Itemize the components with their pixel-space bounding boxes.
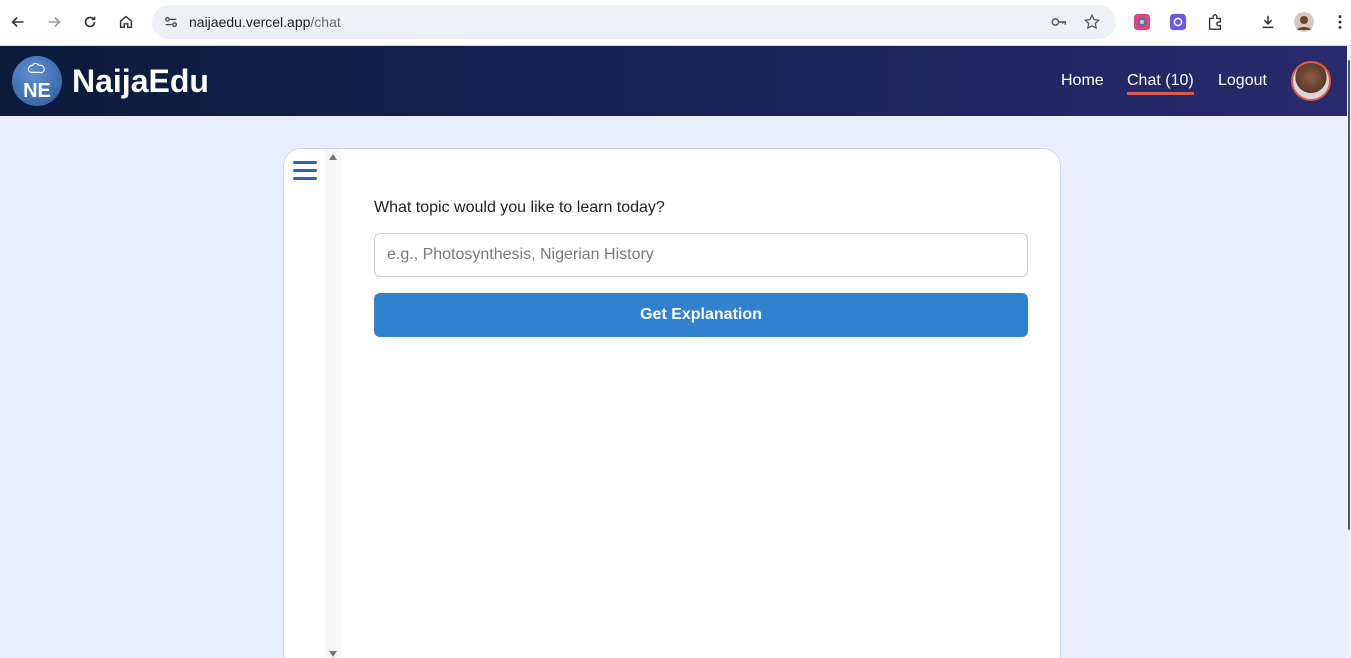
hamburger-menu-icon[interactable]	[293, 161, 317, 183]
reload-icon[interactable]	[76, 8, 104, 36]
page-scroll-thumb[interactable]	[1348, 60, 1350, 530]
user-avatar[interactable]	[1291, 61, 1331, 101]
profile-avatar-icon[interactable]	[1294, 12, 1314, 32]
bookmark-star-icon[interactable]	[1082, 12, 1102, 32]
topic-prompt-label: What topic would you like to learn today…	[374, 199, 665, 216]
color-extension-icon[interactable]	[1132, 12, 1152, 32]
browser-toolbar: naijaedu.vercel.app/chat	[0, 0, 1351, 46]
forward-icon[interactable]	[40, 8, 68, 36]
get-explanation-button[interactable]: Get Explanation	[374, 293, 1028, 337]
download-icon[interactable]	[1258, 12, 1278, 32]
url-text: naijaedu.vercel.app/chat	[189, 14, 341, 30]
sidebar-scrollbar[interactable]	[325, 149, 341, 658]
settings-extension-icon[interactable]	[1168, 12, 1188, 32]
scroll-down-arrow-icon[interactable]	[329, 651, 337, 657]
browser-menu-icon[interactable]	[1330, 12, 1350, 32]
topic-input[interactable]	[374, 233, 1028, 277]
password-key-icon[interactable]	[1049, 12, 1069, 32]
nav-home[interactable]: Home	[1061, 72, 1104, 90]
nav-chat[interactable]: Chat (10)	[1127, 72, 1194, 95]
logo-text: NE	[23, 80, 51, 102]
nav-logout[interactable]: Logout	[1218, 72, 1267, 90]
address-bar[interactable]: naijaedu.vercel.app/chat	[152, 5, 1116, 39]
brain-logo-icon[interactable]: NE	[12, 56, 62, 106]
back-icon[interactable]	[4, 8, 32, 36]
extensions-puzzle-icon[interactable]	[1205, 12, 1225, 32]
brand-name[interactable]: NaijaEdu	[72, 63, 209, 100]
site-settings-icon[interactable]	[162, 13, 180, 31]
home-icon[interactable]	[112, 8, 140, 36]
chat-card: What topic would you like to learn today…	[283, 148, 1061, 658]
chat-sidebar	[284, 149, 341, 658]
scroll-up-arrow-icon[interactable]	[329, 154, 337, 160]
app-header: NE NaijaEdu Home Chat (10) Logout	[0, 46, 1347, 116]
